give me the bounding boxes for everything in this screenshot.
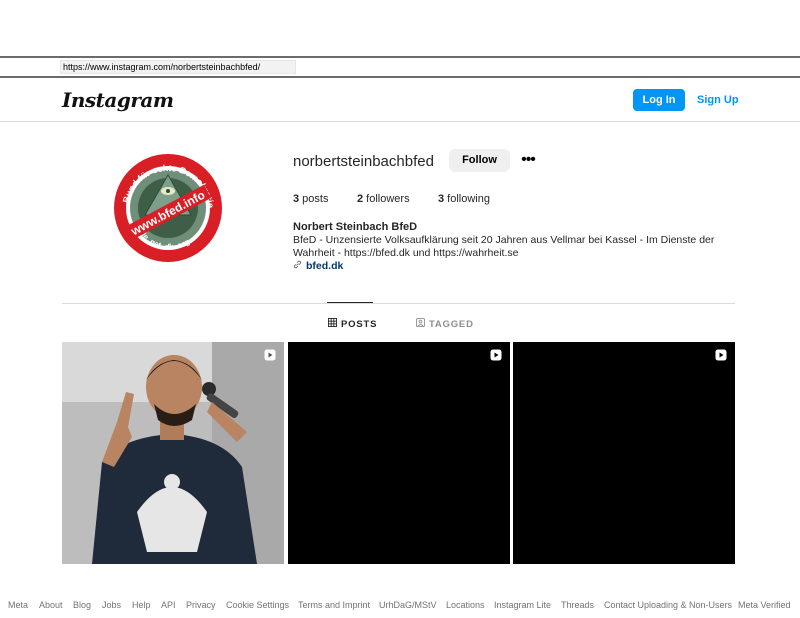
tab-posts-label: POSTS <box>341 319 378 330</box>
link-icon <box>293 260 303 272</box>
login-button[interactable]: Log In <box>633 89 685 111</box>
profile-link-text[interactable]: bfed.dk <box>306 260 343 272</box>
tab-posts[interactable]: POSTS <box>328 318 377 330</box>
reel-icon <box>490 348 502 361</box>
browser-top-area <box>0 0 800 56</box>
profile-username: norbertsteinbachbfed <box>293 153 434 170</box>
post-thumbnail[interactable] <box>62 342 284 564</box>
followers-count[interactable]: 2 followers <box>357 193 410 205</box>
footer-link-blog[interactable]: Blog <box>73 600 91 610</box>
reel-icon <box>264 348 276 361</box>
tab-tagged-label: TAGGED <box>429 319 474 330</box>
footer-link-cookie-settings[interactable]: Cookie Settings <box>226 600 289 610</box>
profile-link[interactable]: bfed.dk <box>293 260 343 272</box>
follow-button[interactable]: Follow <box>449 149 510 172</box>
following-count[interactable]: 3 following <box>438 193 490 205</box>
speaker-photo <box>62 342 284 564</box>
more-options-icon[interactable]: ••• <box>518 151 538 169</box>
post-thumbnail[interactable] <box>288 342 510 564</box>
footer-link-privacy[interactable]: Privacy <box>186 600 216 610</box>
instagram-logo[interactable]: Instagram <box>62 88 174 112</box>
bfed-logo-icon: Bund für echte Demokratie .de .net .dk .… <box>114 154 222 262</box>
address-bar[interactable]: https://www.instagram.com/norbertsteinba… <box>0 56 800 78</box>
footer-link-meta-verified[interactable]: Meta Verified <box>738 600 791 610</box>
address-url[interactable]: https://www.instagram.com/norbertsteinba… <box>63 61 260 73</box>
footer-link-about[interactable]: About <box>39 600 63 610</box>
instagram-header: Instagram Log In Sign Up <box>0 78 800 122</box>
footer-link-threads[interactable]: Threads <box>561 600 594 610</box>
grid-icon <box>328 318 337 329</box>
tab-tagged[interactable]: TAGGED <box>416 318 474 330</box>
footer-link-locations[interactable]: Locations <box>446 600 485 610</box>
footer: Meta About Blog Jobs Help API Privacy Co… <box>0 600 800 614</box>
post-thumbnail[interactable] <box>513 342 735 564</box>
profile-avatar[interactable]: Bund für echte Demokratie .de .net .dk .… <box>113 153 223 263</box>
footer-link-urhdag[interactable]: UrhDaG/MStV <box>379 600 437 610</box>
tagged-icon <box>416 318 425 329</box>
footer-link-contact-uploading[interactable]: Contact Uploading & Non-Users <box>604 600 732 610</box>
footer-link-instagram-lite[interactable]: Instagram Lite <box>494 600 551 610</box>
footer-link-terms[interactable]: Terms and Imprint <box>298 600 370 610</box>
footer-link-meta[interactable]: Meta <box>8 600 28 610</box>
footer-link-help[interactable]: Help <box>132 600 151 610</box>
reel-icon <box>715 348 727 361</box>
profile-full-name: Norbert Steinbach BfeD <box>293 221 418 233</box>
active-tab-indicator <box>327 302 373 303</box>
footer-link-api[interactable]: API <box>161 600 176 610</box>
posts-count[interactable]: 3 posts <box>293 193 328 205</box>
signup-link[interactable]: Sign Up <box>697 94 739 106</box>
profile-bio: BfeD - Unzensierte Volksaufklärung seit … <box>293 234 715 259</box>
tabs-divider <box>62 303 735 304</box>
footer-link-jobs[interactable]: Jobs <box>102 600 121 610</box>
